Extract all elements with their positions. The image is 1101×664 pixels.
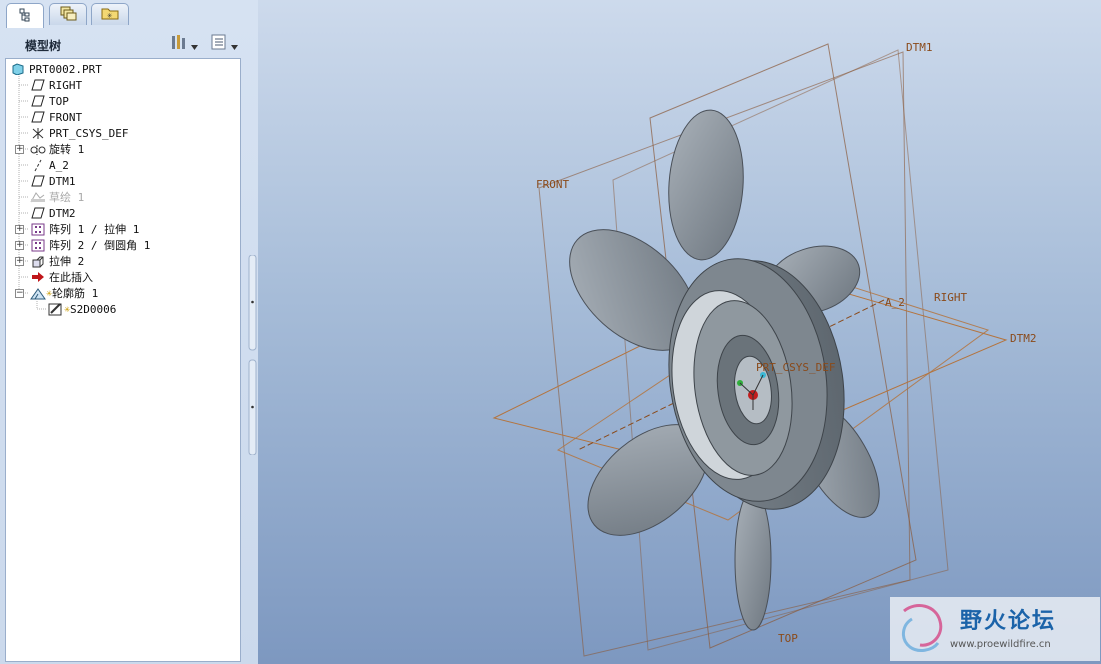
label-dtm2[interactable]: DTM2 bbox=[1010, 332, 1037, 345]
datum-plane-icon bbox=[30, 94, 46, 108]
profile-rib-icon bbox=[30, 286, 46, 300]
pattern-icon bbox=[30, 222, 46, 236]
expand-toggle[interactable]: + bbox=[15, 257, 24, 266]
datum-plane-icon bbox=[30, 174, 46, 188]
expand-toggle[interactable]: + bbox=[15, 145, 24, 154]
label-a2[interactable]: A_2 bbox=[885, 296, 905, 309]
model-scene: DTM1 FRONT RIGHT A_2 DTM2 PRT_CSYS_DEF T… bbox=[492, 41, 1037, 657]
tree-item-prt0002[interactable]: PRT0002.PRT bbox=[10, 61, 102, 77]
pattern-icon bbox=[30, 238, 46, 252]
datum-plane-icon bbox=[30, 206, 46, 220]
tree-item-label: DTM2 bbox=[49, 206, 76, 220]
favorites-tab[interactable]: ✳ bbox=[91, 3, 129, 25]
csys-icon bbox=[30, 126, 46, 140]
tree-item-label: PRT0002.PRT bbox=[29, 62, 102, 76]
tree-item-label: 拉伸 2 bbox=[49, 255, 85, 268]
tree-item-top[interactable]: TOP bbox=[30, 93, 69, 109]
tree-item-label: DTM1 bbox=[49, 174, 76, 188]
forum-logo-icon bbox=[902, 604, 943, 652]
svg-text:✳: ✳ bbox=[107, 11, 113, 20]
model-tree-header: 模型树 bbox=[5, 30, 248, 58]
graphics-viewport[interactable]: DTM1 FRONT RIGHT A_2 DTM2 PRT_CSYS_DEF T… bbox=[258, 0, 1101, 664]
tree-item-label: 阵列 2 / 倒圆角 1 bbox=[49, 239, 151, 252]
tree-item-label: S2D0006 bbox=[70, 302, 117, 316]
label-right[interactable]: RIGHT bbox=[934, 291, 967, 304]
datum-axis-icon bbox=[30, 158, 46, 172]
model-tree-icon bbox=[17, 7, 33, 26]
datum-plane-icon bbox=[30, 78, 46, 92]
tree-item-profile-rib-1[interactable]: ✳ 轮廓筋 1 bbox=[30, 285, 98, 301]
tree-item-label: 轮廓筋 1 bbox=[52, 287, 99, 300]
tree-item-insert-here[interactable]: 在此插入 bbox=[30, 269, 93, 285]
part-icon bbox=[10, 62, 26, 76]
expand-toggle[interactable]: − bbox=[15, 289, 24, 298]
label-dtm1[interactable]: DTM1 bbox=[906, 41, 933, 54]
tree-item-label: FRONT bbox=[49, 110, 83, 124]
watermark-url: www.proewildfire.cn bbox=[950, 639, 1051, 650]
blade-top bbox=[668, 109, 744, 261]
folder-star-icon: ✳ bbox=[101, 5, 119, 24]
tree-settings-button[interactable] bbox=[210, 34, 244, 54]
navigator-tabs: ✳ bbox=[0, 0, 258, 28]
section-sketch-icon bbox=[48, 302, 64, 316]
tree-tools-button[interactable] bbox=[170, 34, 204, 54]
panel-splitter[interactable] bbox=[248, 254, 257, 456]
tree-item-front[interactable]: FRONT bbox=[30, 109, 82, 125]
tree-item-label: TOP bbox=[49, 94, 69, 108]
tree-item-label: 旋转 1 bbox=[49, 143, 85, 156]
tree-item-dtm1[interactable]: DTM1 bbox=[30, 173, 76, 189]
tree-item-label: PRT_CSYS_DEF bbox=[49, 126, 129, 140]
layers-tab[interactable] bbox=[49, 3, 87, 25]
model-tree: PRT0002.PRT RIGHT TOP FRONT PRT_CSYS_DEF… bbox=[5, 58, 241, 662]
tree-item-label: RIGHT bbox=[49, 78, 83, 92]
tree-item-csys[interactable]: PRT_CSYS_DEF bbox=[30, 125, 128, 141]
model-tree-tab[interactable] bbox=[6, 3, 44, 28]
hammer-icon bbox=[170, 33, 188, 55]
tree-item-label: 阵列 1 / 拉伸 1 bbox=[49, 223, 140, 236]
chevron-down-icon bbox=[231, 35, 238, 54]
layers-icon bbox=[59, 5, 77, 25]
list-settings-icon bbox=[210, 33, 228, 55]
chevron-down-icon bbox=[191, 35, 198, 54]
expand-toggle[interactable]: + bbox=[15, 241, 24, 250]
revolve-icon bbox=[30, 142, 46, 156]
watermark-title: 野火论坛 bbox=[960, 609, 1057, 634]
tree-item-dtm2[interactable]: DTM2 bbox=[30, 205, 76, 221]
panel-title: 模型树 bbox=[25, 39, 62, 53]
datum-plane-icon bbox=[30, 110, 46, 124]
tree-item-s2d0006[interactable]: ✳ S2D0006 bbox=[48, 301, 116, 317]
extrude-icon bbox=[30, 254, 46, 268]
tree-item-a2[interactable]: A_2 bbox=[30, 157, 69, 173]
tree-item-pattern-2[interactable]: 阵列 2 / 倒圆角 1 bbox=[30, 237, 150, 253]
sketch-icon bbox=[30, 190, 46, 204]
label-top[interactable]: TOP bbox=[778, 632, 798, 645]
expand-toggle[interactable]: + bbox=[15, 225, 24, 234]
tree-item-sketch-1[interactable]: 草绘 1 bbox=[30, 189, 84, 205]
tree-item-extrude-2[interactable]: 拉伸 2 bbox=[30, 253, 84, 269]
label-csys[interactable]: PRT_CSYS_DEF bbox=[756, 361, 835, 374]
tree-item-label: 草绘 1 bbox=[49, 191, 85, 204]
tree-item-right[interactable]: RIGHT bbox=[30, 77, 82, 93]
tree-item-label: A_2 bbox=[49, 158, 69, 172]
left-panel: ✳ 模型树 PRT0002.PRT RIGHT TOP FRONT PRT_CS… bbox=[0, 0, 258, 664]
tree-item-label: 在此插入 bbox=[49, 271, 93, 284]
label-front[interactable]: FRONT bbox=[536, 178, 569, 191]
tree-item-pattern-1[interactable]: 阵列 1 / 拉伸 1 bbox=[30, 221, 139, 237]
insert-arrow-icon bbox=[30, 270, 46, 284]
tree-item-revolve-1[interactable]: 旋转 1 bbox=[30, 141, 84, 157]
watermark: 野火论坛 www.proewildfire.cn bbox=[890, 597, 1100, 661]
blade-bottom bbox=[734, 489, 772, 631]
fan-model bbox=[569, 109, 880, 631]
